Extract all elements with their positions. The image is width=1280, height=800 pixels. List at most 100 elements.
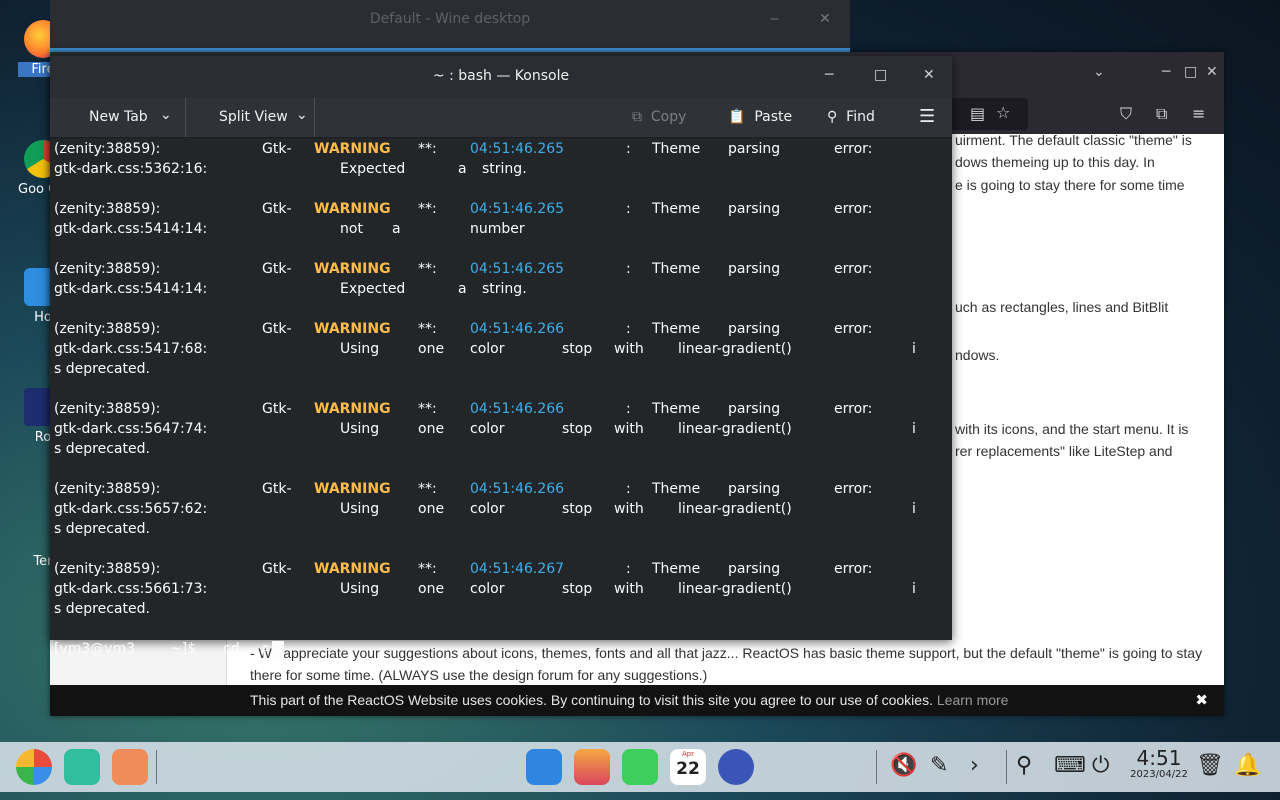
cookie-close-button[interactable]: ✖ xyxy=(1195,691,1208,709)
log-level-warning: WARNING xyxy=(314,141,391,157)
trash-icon[interactable]: 🗑 xyxy=(1196,753,1224,778)
log-message-word: Expected xyxy=(340,161,406,177)
log-message-word: linear-gradient() xyxy=(678,581,792,597)
log-stars: **: xyxy=(418,321,437,337)
log-file: gtk-dark.css:5657:62: xyxy=(54,501,208,517)
log-colon: : xyxy=(626,561,631,577)
log-pid: (zenity:38859): xyxy=(54,481,161,497)
volume-muted-icon[interactable]: 🔇 xyxy=(890,753,917,778)
terminal-output[interactable]: (zenity:38859): Gtk- WARNING **: 04:51:46.26… xyxy=(54,139,952,660)
clock[interactable]: 4:51 2023/04/22 xyxy=(1128,747,1190,780)
log-timestamp: 04:51:46.265 xyxy=(470,261,565,277)
log-message-word: Expected xyxy=(340,281,406,297)
paste-button[interactable]: 📋 Paste xyxy=(728,109,792,125)
log-continuation: s deprecated. xyxy=(54,361,150,377)
konsole-titlebar: ~ : bash — Konsole ─ □ ✕ xyxy=(50,56,952,98)
reader-view-icon[interactable]: ▤ xyxy=(970,104,985,123)
maximize-button[interactable]: □ xyxy=(1184,64,1197,80)
maximize-button[interactable]: □ xyxy=(874,67,887,83)
log-word: parsing xyxy=(728,481,781,497)
log-continuation: s deprecated. xyxy=(54,601,150,617)
search-icon[interactable]: ⚲ xyxy=(1016,753,1032,778)
log-message-word: color xyxy=(470,421,505,437)
power-icon[interactable]: ⏻ xyxy=(1092,753,1109,778)
pocket-icon[interactable]: ⛉ xyxy=(1120,104,1132,124)
launcher-icon[interactable] xyxy=(16,749,52,785)
log-stars: **: xyxy=(418,261,437,277)
chevron-down-icon[interactable]: ⌄ xyxy=(1093,64,1105,80)
log-continuation: s deprecated. xyxy=(54,521,150,537)
keyboard-icon[interactable]: ⌨ xyxy=(1054,753,1086,778)
log-message-word: color xyxy=(470,341,505,357)
log-word: parsing xyxy=(728,321,781,337)
log-message-word: not xyxy=(340,221,363,237)
log-stars: **: xyxy=(418,141,437,157)
music-icon[interactable] xyxy=(622,749,658,785)
log-word: error: xyxy=(834,141,873,157)
files-icon[interactable] xyxy=(64,749,100,785)
log-message-word: Using xyxy=(340,581,380,597)
pen-icon[interactable]: ✎ xyxy=(930,753,948,778)
menu-icon[interactable]: ≡ xyxy=(1192,104,1205,123)
settings-icon[interactable] xyxy=(718,749,754,785)
konsole-window[interactable]: ~ : bash — Konsole ─ □ ✕ New Tab ⌄ Split… xyxy=(50,56,952,660)
log-level-warning: WARNING xyxy=(314,261,391,277)
konsole-toolbar: New Tab ⌄ Split View ⌄ ⧉ Copy 📋 Paste ⚲ … xyxy=(50,98,952,138)
close-button[interactable]: ✕ xyxy=(1206,64,1218,80)
log-word: Theme xyxy=(652,201,701,217)
new-tab-label: New Tab xyxy=(89,109,148,125)
log-stars: **: xyxy=(418,401,437,417)
clock-date: 2023/04/22 xyxy=(1130,769,1188,780)
log-word: parsing xyxy=(728,401,781,417)
log-word: parsing xyxy=(728,141,781,157)
learn-more-link[interactable]: Learn more xyxy=(937,692,1009,708)
log-stars: **: xyxy=(418,201,437,217)
file-manager-icon[interactable] xyxy=(526,749,562,785)
copy-button[interactable]: ⧉ Copy xyxy=(632,109,686,125)
notification-bell-icon[interactable]: 🔔 xyxy=(1234,753,1261,778)
web-text: uch as rectangles, lines and BitBlit xyxy=(955,299,1169,315)
split-view-button[interactable]: Split View xyxy=(219,109,288,125)
minimize-button[interactable]: ‒ xyxy=(770,11,779,27)
minimize-button[interactable]: ─ xyxy=(1162,64,1170,80)
log-pid: (zenity:38859): xyxy=(54,321,161,337)
web-text: with its icons, and the start menu. It i… xyxy=(955,421,1189,437)
log-message-word: with xyxy=(614,341,644,357)
image-viewer-icon[interactable] xyxy=(574,749,610,785)
taskbar-divider xyxy=(156,750,157,784)
log-timestamp: 04:51:46.266 xyxy=(470,321,565,337)
log-word: error: xyxy=(834,321,873,337)
log-colon: : xyxy=(626,141,631,157)
url-bar[interactable]: ▤ ☆ xyxy=(950,98,1028,130)
wine-desktop-window[interactable]: Default - Wine desktop ‒ ✕ xyxy=(50,0,850,52)
chevron-down-icon[interactable]: ⌄ xyxy=(296,107,308,123)
new-tab-button[interactable]: New Tab xyxy=(89,109,148,125)
copy-label: Copy xyxy=(650,109,687,125)
prompt-dir: ~]$ xyxy=(170,641,197,657)
chevron-right-icon[interactable]: › xyxy=(970,753,979,778)
find-button[interactable]: ⚲ Find xyxy=(827,109,875,125)
log-message-word: a xyxy=(458,161,467,177)
log-level-warning: WARNING xyxy=(314,481,391,497)
log-message-word: stop xyxy=(562,501,593,517)
log-colon: : xyxy=(626,201,631,217)
web-text: dows themeing up to this day. In xyxy=(955,154,1155,170)
bookmark-star-icon[interactable]: ☆ xyxy=(996,103,1010,122)
log-domain: Gtk- xyxy=(262,261,292,277)
close-button[interactable]: ✕ xyxy=(819,11,831,27)
extensions-icon[interactable]: ⧉ xyxy=(1156,104,1167,124)
log-timestamp: 04:51:46.266 xyxy=(470,481,565,497)
log-message-word: i xyxy=(912,341,916,357)
app-store-icon[interactable] xyxy=(112,749,148,785)
chevron-down-icon[interactable]: ⌄ xyxy=(160,107,172,123)
hamburger-menu-icon[interactable]: ☰ xyxy=(919,106,935,127)
log-pid: (zenity:38859): xyxy=(54,561,161,577)
log-timestamp: 04:51:46.267 xyxy=(470,561,565,577)
calendar-icon[interactable]: Apr 22 xyxy=(670,749,706,785)
log-level-warning: WARNING xyxy=(314,561,391,577)
log-message-word: one xyxy=(418,421,445,437)
log-level-warning: WARNING xyxy=(314,201,391,217)
minimize-button[interactable]: ─ xyxy=(825,67,833,83)
close-button[interactable]: ✕ xyxy=(923,67,935,83)
log-word: Theme xyxy=(652,261,701,277)
